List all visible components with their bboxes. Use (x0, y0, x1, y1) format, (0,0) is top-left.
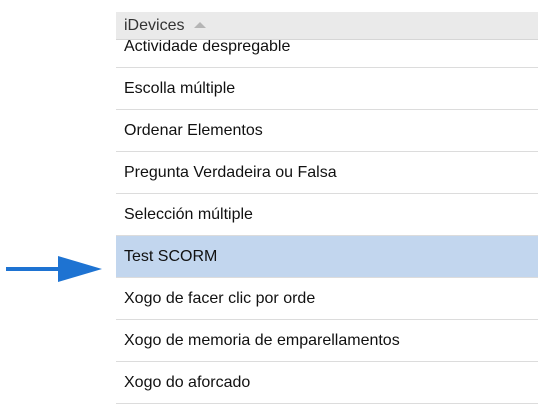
list-item-label: Ordenar Elementos (124, 122, 263, 139)
list-item[interactable]: Selección múltiple (116, 194, 538, 236)
list-item-label: Actividade despregable (124, 40, 291, 55)
list-item[interactable]: Xogo de memoria de emparellamentos (116, 320, 538, 362)
idevices-list-viewport[interactable]: Actividade despregable Escolla múltiple … (116, 40, 538, 413)
list-item[interactable]: Actividade despregable (116, 40, 538, 68)
screen: iDevices Actividade despregable Escolla … (0, 0, 538, 413)
idevices-panel: iDevices Actividade despregable Escolla … (116, 12, 538, 413)
right-arrow-icon (6, 256, 102, 282)
list-item-label: Xogo de memoria de emparellamentos (124, 332, 400, 349)
sort-ascending-icon[interactable] (194, 21, 207, 28)
list-item[interactable]: Ordenar Elementos (116, 110, 538, 152)
idevices-header-label: iDevices (124, 16, 185, 34)
list-item-label: Pregunta Verdadeira ou Falsa (124, 164, 337, 181)
list-item-label: Test SCORM (124, 248, 218, 265)
list-item[interactable]: Pregunta Verdadeira ou Falsa (116, 152, 538, 194)
list-item[interactable]: Escolla múltiple (116, 68, 538, 110)
list-item-label: Escolla múltiple (124, 80, 236, 97)
list-item-label: Xogo de facer clic por orde (124, 290, 316, 307)
list-item[interactable]: Xogo do aforcado (116, 362, 538, 404)
list-item[interactable]: Xogo de facer clic por orde (116, 278, 538, 320)
list-item-label: Xogo do aforcado (124, 374, 251, 391)
list-item-selected[interactable]: Test SCORM (116, 236, 538, 278)
idevices-list: Actividade despregable Escolla múltiple … (116, 40, 538, 404)
list-item-label: Selección múltiple (124, 206, 253, 223)
idevices-column-header[interactable]: iDevices (116, 12, 538, 40)
